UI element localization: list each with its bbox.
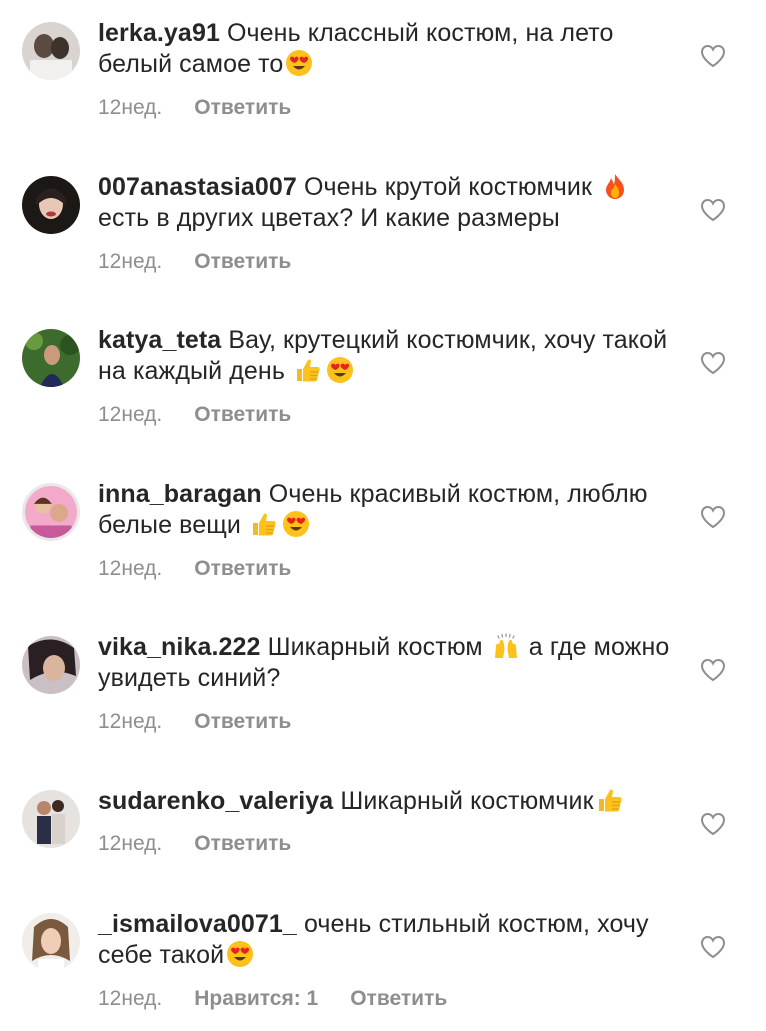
- comment-username[interactable]: inna_baragan: [98, 480, 262, 508]
- comment-body: vika_nika.222 Шикарный костюм а где можн…: [98, 632, 676, 694]
- thumbs-up-emoji-icon: [596, 786, 624, 814]
- comment-item: lerka.ya91 Очень классный костюм, на лет…: [0, 0, 766, 140]
- fire-emoji-icon: [601, 172, 629, 200]
- avatar-image: [25, 486, 77, 538]
- reply-button[interactable]: Ответить: [194, 403, 291, 427]
- comment-item: katya_teta Вау, крутецкий костюмчик, хоч…: [0, 307, 766, 447]
- heart-outline-icon[interactable]: [700, 44, 726, 68]
- reply-button[interactable]: Ответить: [194, 710, 291, 734]
- comment-username[interactable]: sudarenko_valeriya: [98, 787, 333, 815]
- comment-meta: 12нед. Ответить: [98, 710, 291, 734]
- comment-body: inna_baragan Очень красивый костюм, любл…: [98, 479, 676, 541]
- heart-eyes-emoji-icon: [326, 356, 354, 384]
- avatar-image: [22, 329, 80, 387]
- avatar[interactable]: [22, 913, 80, 971]
- avatar[interactable]: [22, 329, 80, 387]
- comment-item: inna_baragan Очень красивый костюм, любл…: [0, 461, 766, 601]
- reply-button[interactable]: Ответить: [194, 557, 291, 581]
- comment-text: Очень крутой костюмчик: [303, 173, 592, 201]
- avatar-image: [22, 176, 80, 234]
- comment-age: 12нед.: [98, 403, 163, 426]
- reply-button[interactable]: Ответить: [194, 96, 291, 120]
- comment-meta: 12нед. Нравится: 1 Ответить: [98, 987, 447, 1011]
- comment-body: lerka.ya91 Очень классный костюм, на лет…: [98, 18, 676, 80]
- comment-item: vika_nika.222 Шикарный костюм а где можн…: [0, 614, 766, 754]
- comments-list: lerka.ya91 Очень классный костюм, на лет…: [0, 0, 766, 1024]
- heart-outline-icon[interactable]: [700, 658, 726, 682]
- comment-meta: 12нед. Ответить: [98, 403, 291, 427]
- avatar-image: [22, 22, 80, 80]
- heart-outline-icon[interactable]: [700, 935, 726, 959]
- heart-eyes-emoji-icon: [285, 49, 313, 77]
- avatar-image: [22, 790, 80, 848]
- comment-item: sudarenko_valeriya Шикарный костюмчик 12…: [0, 768, 766, 908]
- heart-eyes-emoji-icon: [226, 940, 254, 968]
- comment-username[interactable]: lerka.ya91: [98, 19, 220, 47]
- comment-text: Шикарный костюм: [267, 633, 483, 661]
- comment-username[interactable]: vika_nika.222: [98, 633, 261, 661]
- avatar[interactable]: [22, 176, 80, 234]
- comment-text-continued: есть в других цветах? И какие размеры: [98, 204, 560, 232]
- comment-item: _ismailova0071_ очень стильный костюм, х…: [0, 891, 766, 1031]
- comment-meta: 12нед. Ответить: [98, 557, 291, 581]
- comment-age: 12нед.: [98, 832, 163, 855]
- likes-count-button[interactable]: Нравится: 1: [194, 987, 318, 1011]
- heart-outline-icon[interactable]: [700, 812, 726, 836]
- heart-outline-icon[interactable]: [700, 505, 726, 529]
- comment-body: _ismailova0071_ очень стильный костюм, х…: [98, 909, 676, 971]
- avatar[interactable]: [22, 22, 80, 80]
- heart-eyes-emoji-icon: [282, 510, 310, 538]
- thumbs-up-emoji-icon: [250, 510, 278, 538]
- avatar-image: [22, 636, 80, 694]
- comment-body: sudarenko_valeriya Шикарный костюмчик: [98, 786, 676, 817]
- avatar[interactable]: [22, 483, 80, 541]
- comment-username[interactable]: 007anastasia007: [98, 173, 297, 201]
- comment-age: 12нед.: [98, 557, 163, 580]
- avatar[interactable]: [22, 636, 80, 694]
- comment-username[interactable]: katya_teta: [98, 326, 221, 354]
- comment-age: 12нед.: [98, 96, 163, 119]
- comment-username[interactable]: _ismailova0071_: [98, 910, 297, 938]
- comment-text: Шикарный костюмчик: [340, 787, 594, 815]
- comment-age: 12нед.: [98, 710, 163, 733]
- heart-outline-icon[interactable]: [700, 351, 726, 375]
- comment-age: 12нед.: [98, 987, 163, 1010]
- comment-meta: 12нед. Ответить: [98, 832, 291, 856]
- comment-age: 12нед.: [98, 250, 163, 273]
- comment-body: katya_teta Вау, крутецкий костюмчик, хоч…: [98, 325, 676, 387]
- comment-meta: 12нед. Ответить: [98, 96, 291, 120]
- avatar[interactable]: [22, 790, 80, 848]
- comment-item: 007anastasia007 Очень крутой костюмчик е…: [0, 154, 766, 294]
- raising-hands-emoji-icon: [492, 632, 520, 660]
- avatar-image: [22, 913, 80, 971]
- thumbs-up-emoji-icon: [294, 356, 322, 384]
- comment-body: 007anastasia007 Очень крутой костюмчик е…: [98, 172, 676, 234]
- reply-button[interactable]: Ответить: [350, 987, 447, 1011]
- reply-button[interactable]: Ответить: [194, 250, 291, 274]
- comment-meta: 12нед. Ответить: [98, 250, 291, 274]
- heart-outline-icon[interactable]: [700, 198, 726, 222]
- reply-button[interactable]: Ответить: [194, 832, 291, 856]
